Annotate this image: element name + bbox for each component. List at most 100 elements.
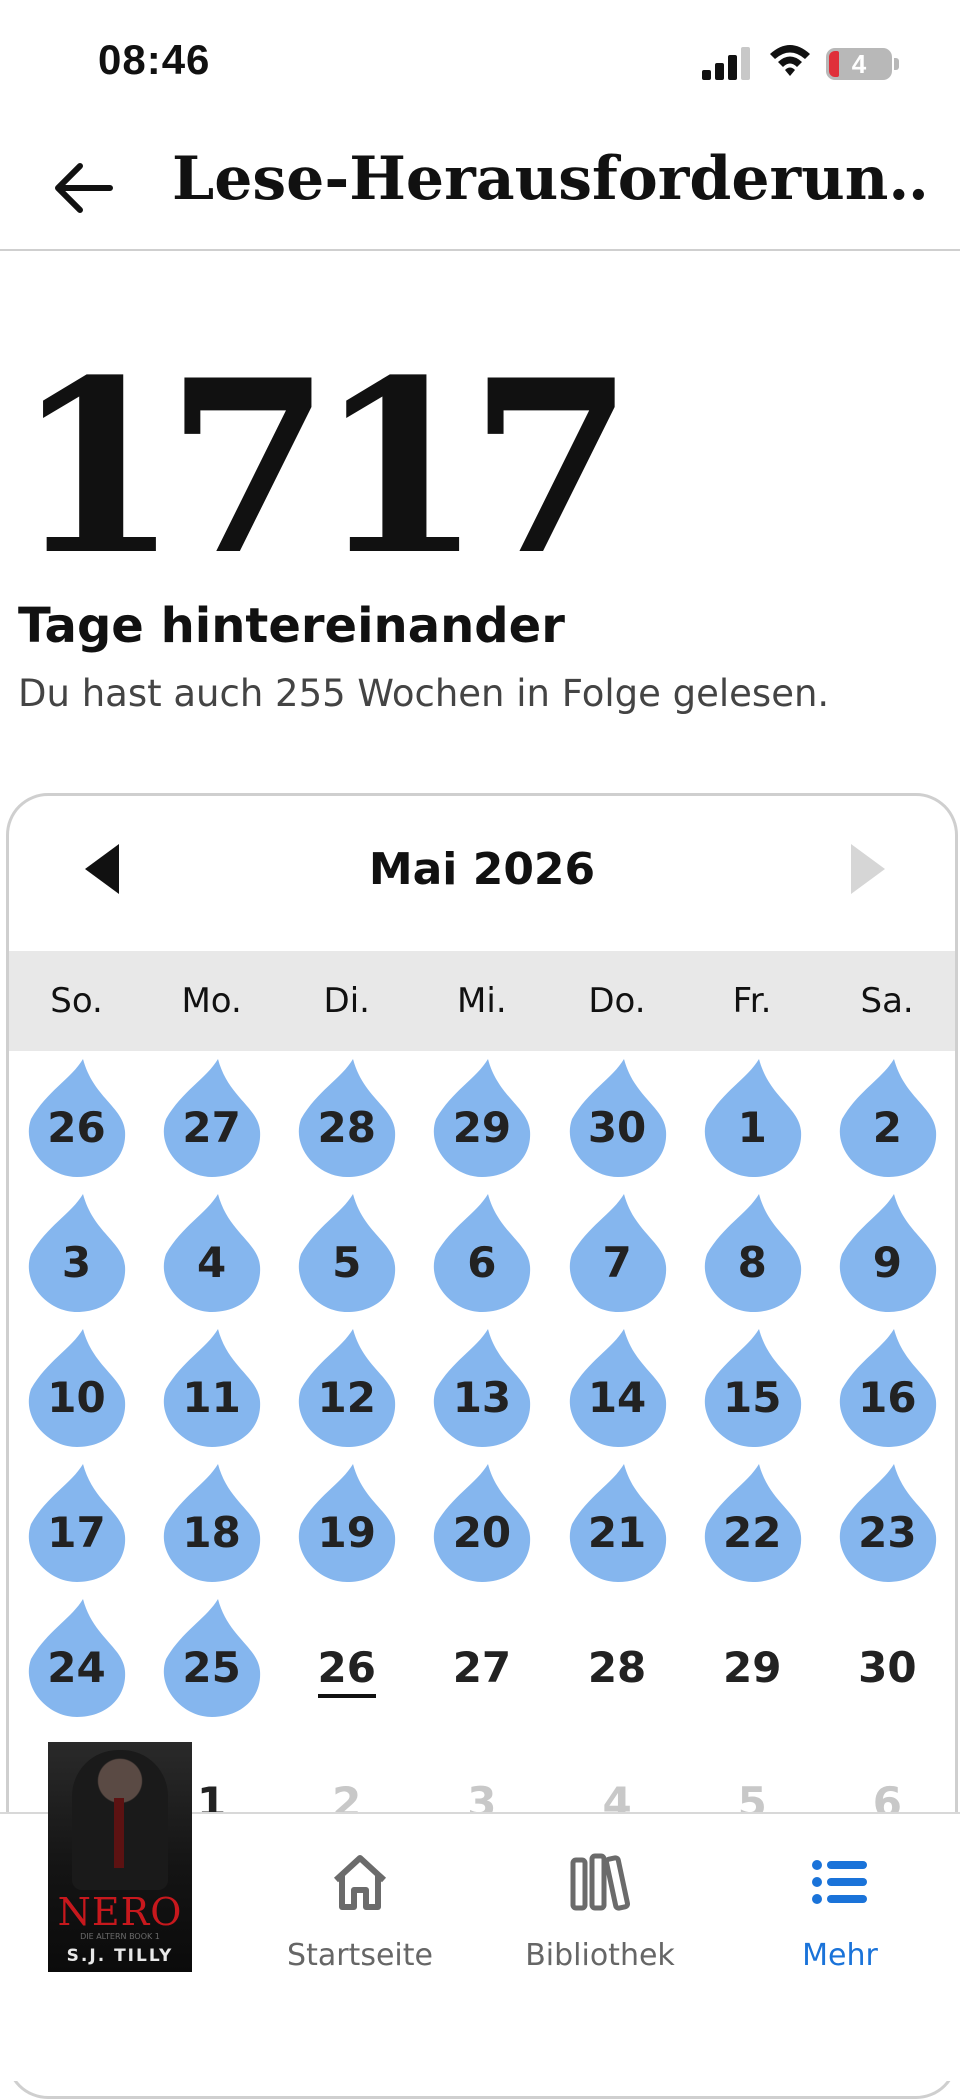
calendar-day-number: 27: [182, 1103, 241, 1152]
book-author: S.J. TILLY: [66, 1946, 174, 1966]
calendar-day[interactable]: 7: [550, 1186, 685, 1321]
calendar-day[interactable]: 9: [820, 1186, 955, 1321]
app-header: Lese-Herausforderun…: [0, 120, 960, 251]
calendar-day-number: 22: [722, 1508, 782, 1557]
library-books-icon: [570, 1853, 631, 1911]
calendar-day-number: 12: [317, 1373, 376, 1422]
calendar-day[interactable]: 23: [820, 1456, 955, 1591]
calendar-day[interactable]: 29: [685, 1591, 820, 1726]
page-title: Lese-Herausforderun…: [172, 144, 932, 214]
calendar-day[interactable]: 22: [685, 1456, 820, 1591]
cellular-signal-icon: [702, 46, 750, 80]
book-series: DIE ALTERN BOOK 1: [80, 1932, 160, 1941]
calendar-day-number: 29: [722, 1643, 782, 1692]
calendar-day-number: 30: [858, 1643, 917, 1692]
calendar-day-number: 24: [47, 1643, 106, 1692]
current-book-cover[interactable]: NERO DIE ALTERN BOOK 1 S.J. TILLY: [48, 1742, 192, 1972]
calendar-day-number: 9: [872, 1238, 902, 1287]
calendar-day[interactable]: 18: [144, 1456, 279, 1591]
weekday-label: Di.: [323, 981, 370, 1021]
calendar-day[interactable]: 8: [685, 1186, 820, 1321]
calendar-day[interactable]: 26: [279, 1591, 414, 1726]
calendar-day[interactable]: 27: [414, 1591, 549, 1726]
calendar-day[interactable]: 6: [414, 1186, 549, 1321]
calendar-day-number: 3: [61, 1238, 92, 1287]
status-bar: 08:46 4: [0, 0, 960, 120]
calendar-day-number: 4: [197, 1238, 227, 1287]
nav-more[interactable]: Mehr: [740, 1852, 940, 1982]
calendar-day[interactable]: 25: [144, 1591, 279, 1726]
book-title: NERO: [57, 1890, 183, 1934]
status-time: 08:46: [98, 36, 211, 83]
calendar-day[interactable]: 5: [279, 1186, 414, 1321]
calendar-day-number: 28: [587, 1643, 647, 1692]
calendar-day-number: 27: [452, 1643, 512, 1692]
next-month-button[interactable]: [851, 844, 885, 894]
battery-icon: 4: [826, 48, 892, 80]
battery-level: 4: [851, 49, 867, 79]
weekday-label: So.: [50, 981, 103, 1021]
calendar-day[interactable]: 12: [279, 1321, 414, 1456]
calendar-day-number: 17: [47, 1508, 106, 1557]
calendar-day-number: 6: [467, 1238, 497, 1287]
calendar-day[interactable]: 28: [279, 1051, 414, 1186]
calendar-day[interactable]: 2: [820, 1051, 955, 1186]
calendar-day-number: 2: [872, 1103, 902, 1152]
calendar-day-number: 30: [587, 1103, 647, 1152]
menu-list-icon: [812, 1860, 867, 1904]
calendar-day[interactable]: 19: [279, 1456, 414, 1591]
calendar-day[interactable]: 1: [685, 1051, 820, 1186]
calendar-day[interactable]: 30: [820, 1591, 955, 1726]
calendar-day-number: 14: [587, 1373, 647, 1422]
calendar-day[interactable]: 20: [414, 1456, 549, 1591]
calendar-day-number: 20: [452, 1508, 512, 1557]
calendar-day[interactable]: 14: [550, 1321, 685, 1456]
streak-weeks-text: Du hast auch 255 Wochen in Folge gelesen…: [18, 672, 830, 715]
nav-home[interactable]: Startseite: [260, 1852, 460, 1982]
calendar-day-number: 13: [452, 1373, 512, 1422]
calendar-day[interactable]: 3: [9, 1186, 144, 1321]
calendar-day-number: 18: [182, 1508, 241, 1557]
nav-more-label: Mehr: [802, 1938, 878, 1973]
calendar-day[interactable]: 4: [144, 1186, 279, 1321]
calendar-day-number: 26: [279, 1643, 414, 1698]
calendar-day[interactable]: 27: [144, 1051, 279, 1186]
calendar-day[interactable]: 15: [685, 1321, 820, 1456]
calendar-day-number: 28: [317, 1103, 376, 1152]
streak-label: Tage hintereinander: [18, 598, 565, 654]
back-arrow-icon[interactable]: [52, 160, 116, 216]
home-icon: [333, 1855, 387, 1910]
calendar-day-number: 7: [602, 1238, 632, 1287]
calendar-day[interactable]: 24: [9, 1591, 144, 1726]
calendar-day-number: 19: [317, 1508, 376, 1557]
calendar-day-number: 5: [332, 1238, 362, 1287]
weekday-row: So. Mo. Di. Mi. Do. Fr. Sa.: [9, 951, 955, 1051]
calendar-header: Mai 2026: [9, 796, 955, 951]
calendar-day-number: 15: [722, 1373, 782, 1422]
calendar-day[interactable]: 21: [550, 1456, 685, 1591]
calendar-day-number: 21: [587, 1508, 647, 1557]
calendar-day-number: 23: [858, 1508, 917, 1557]
calendar-day[interactable]: 29: [414, 1051, 549, 1186]
calendar-day-number: 11: [182, 1373, 241, 1422]
calendar-day[interactable]: 28: [550, 1591, 685, 1726]
calendar-day[interactable]: 17: [9, 1456, 144, 1591]
calendar-day-number: 25: [182, 1643, 241, 1692]
calendar-day[interactable]: 10: [9, 1321, 144, 1456]
calendar-day-number: 29: [452, 1103, 512, 1152]
weekday-label: Mo.: [181, 981, 242, 1021]
weekday-label: Fr.: [732, 981, 772, 1021]
streak-count: 1717: [14, 329, 634, 608]
nav-library-label: Bibliothek: [525, 1938, 675, 1973]
calendar-day-number: 1: [737, 1103, 767, 1152]
calendar-day[interactable]: 16: [820, 1321, 955, 1456]
calendar-day[interactable]: 26: [9, 1051, 144, 1186]
nav-library[interactable]: Bibliothek: [500, 1852, 700, 1982]
calendar-day[interactable]: 13: [414, 1321, 549, 1456]
weekday-label: Sa.: [860, 981, 914, 1021]
calendar-day[interactable]: 11: [144, 1321, 279, 1456]
weekday-label: Do.: [588, 981, 646, 1021]
calendar-day-number: 8: [737, 1238, 767, 1287]
calendar-day-number: 26: [47, 1103, 106, 1152]
calendar-day[interactable]: 30: [550, 1051, 685, 1186]
